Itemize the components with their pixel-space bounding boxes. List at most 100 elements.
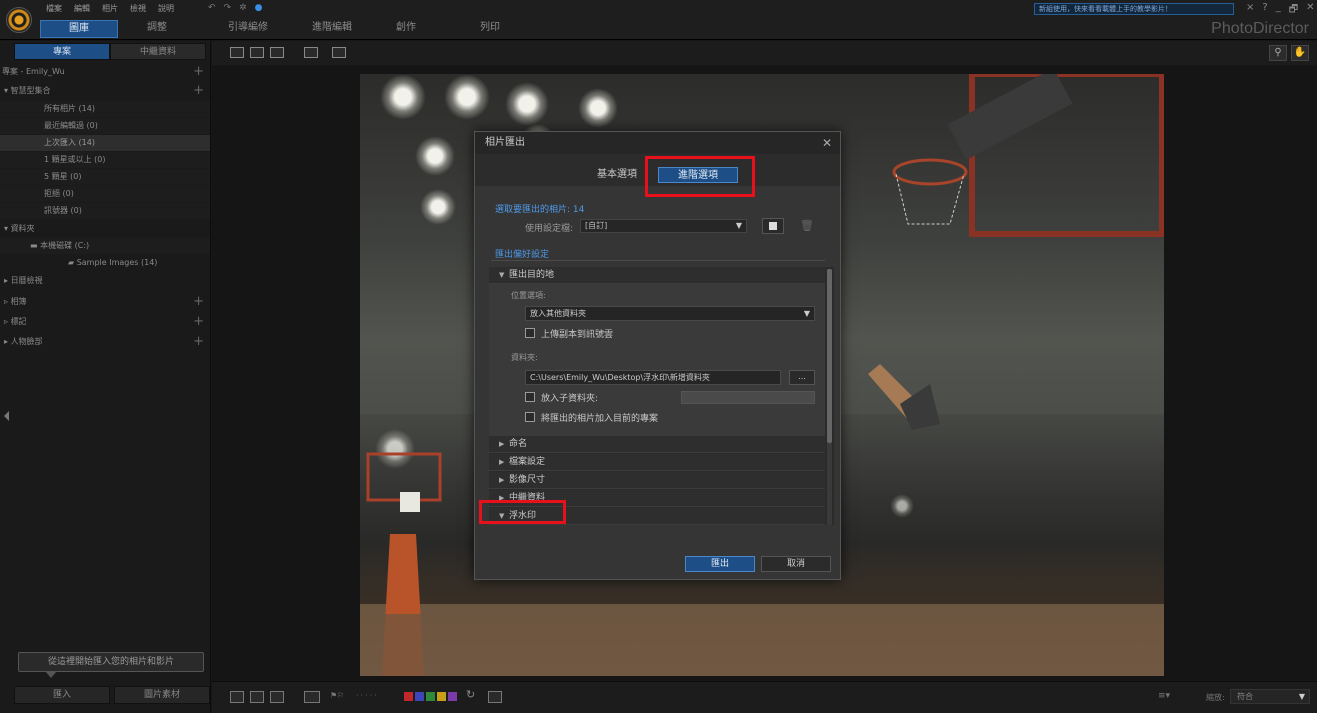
color-label-blue[interactable] bbox=[415, 692, 424, 701]
zoom-select[interactable]: 符合 ▼ bbox=[1230, 689, 1310, 704]
folder-path-field[interactable]: C:\Users\Emily_Wu\Desktop\浮水印\新增資料夾 bbox=[525, 370, 781, 385]
color-label-green[interactable] bbox=[426, 692, 435, 701]
export-button[interactable]: 匯出 bbox=[685, 556, 755, 572]
tutorial-notice[interactable]: 新組使用，快來看看載體上手的教學影片！ bbox=[1034, 3, 1234, 15]
tab-advanced-edit[interactable]: 進階編輯 bbox=[312, 20, 396, 36]
collapse-icon: ▶ bbox=[499, 476, 505, 484]
collection-recently-edited[interactable]: 最近編輯過 (0) bbox=[0, 118, 210, 134]
tab-project[interactable]: 專案 bbox=[14, 43, 110, 60]
add-project-icon[interactable]: + bbox=[193, 64, 204, 80]
albums-row[interactable]: ▹ 相簿 + bbox=[0, 294, 210, 310]
app-logo-icon[interactable] bbox=[6, 7, 32, 33]
folders-header[interactable]: ▾ 資料夾 bbox=[0, 221, 210, 237]
faces-row[interactable]: ▸ 人物臉部 + bbox=[0, 334, 210, 350]
chevron-down-icon: ▼ bbox=[803, 309, 810, 318]
undo-icon[interactable]: ↶ bbox=[208, 3, 216, 13]
hand-pan-icon[interactable]: ✋ bbox=[1291, 45, 1309, 61]
tab-guided[interactable]: 引導編修 bbox=[228, 20, 312, 36]
zoom-search-icon[interactable]: ⚲ bbox=[1269, 45, 1287, 61]
sort-icon[interactable]: ≡▾ bbox=[1158, 691, 1178, 703]
collection-one-star[interactable]: 1 顆星或以上 (0) bbox=[0, 152, 210, 168]
slideshow-icon[interactable] bbox=[332, 47, 346, 58]
compare-view-icon[interactable] bbox=[304, 47, 318, 58]
menu-file[interactable]: 檔案 bbox=[46, 3, 62, 14]
tab-print[interactable]: 列印 bbox=[480, 20, 564, 36]
dialog-title: 相片匯出 bbox=[475, 132, 840, 154]
section-destination[interactable]: ▼ 匯出目的地 bbox=[489, 267, 825, 284]
tab-basic-options[interactable]: 基本選項 bbox=[585, 167, 649, 183]
tab-metadata[interactable]: 中繼資料 bbox=[110, 43, 206, 60]
sync-icon[interactable]: ● bbox=[255, 3, 263, 13]
subfolder-checkbox[interactable] bbox=[525, 392, 535, 402]
menu-help[interactable]: 說明 bbox=[158, 3, 174, 14]
quick-actions: ↶ ↷ ✲ ● bbox=[208, 3, 263, 13]
collection-rejected[interactable]: 拒絕 (0) bbox=[0, 186, 210, 202]
redo-icon[interactable]: ↷ bbox=[224, 3, 232, 13]
star-rating-icon[interactable]: ····· bbox=[356, 691, 402, 703]
browse-folder-button[interactable]: ... bbox=[789, 370, 815, 385]
collection-label: 上次匯入 (14) bbox=[44, 138, 95, 147]
settings-scroll-pane[interactable]: ▼ 匯出目的地 位置選項: 放入其他資料夾 ▼ 上傳副本到訊號雲 資料夾: C:\U… bbox=[489, 267, 834, 525]
settings-gear-icon[interactable]: ✲ bbox=[239, 3, 247, 13]
import-button[interactable]: 匯入 bbox=[14, 686, 110, 704]
hoop-right bbox=[892, 74, 1164, 237]
albums-label: 相簿 bbox=[10, 297, 27, 306]
tutorial-notice-text: 新組使用，快來看看載體上手的教學影片！ bbox=[1039, 5, 1172, 13]
scrollbar-thumb[interactable] bbox=[827, 269, 832, 443]
calendar-view-row[interactable]: ▸ 日曆檢視 bbox=[0, 273, 210, 289]
tab-library[interactable]: 圖庫 bbox=[40, 20, 118, 38]
tab-adjustment[interactable]: 調整 bbox=[118, 20, 196, 38]
close-icon[interactable]: ✕ bbox=[822, 136, 832, 150]
add-tag-icon[interactable]: + bbox=[193, 314, 204, 330]
tab-create[interactable]: 創作 bbox=[396, 20, 480, 36]
menu-view[interactable]: 檢視 bbox=[130, 3, 146, 14]
collection-last-import[interactable]: 上次匯入 (14) bbox=[0, 135, 210, 151]
color-label-red[interactable] bbox=[404, 692, 413, 701]
thumbnail-view-icon[interactable] bbox=[230, 47, 244, 58]
add-album-icon[interactable]: + bbox=[193, 294, 204, 310]
add-to-project-checkbox[interactable] bbox=[525, 412, 535, 422]
upload-checkbox[interactable] bbox=[525, 328, 535, 338]
face-tag-icon[interactable] bbox=[304, 691, 320, 703]
cancel-button[interactable]: 取消 bbox=[761, 556, 831, 572]
section-file-settings[interactable]: ▶ 檔案設定 bbox=[489, 454, 825, 471]
minimize-button[interactable]: _ bbox=[1276, 2, 1281, 19]
rotate-icon[interactable]: ↻ bbox=[466, 688, 480, 701]
stock-images-button[interactable]: 圖片素材 bbox=[114, 686, 210, 704]
left-bottom-buttons: 匯入 圖片素材 bbox=[14, 686, 210, 704]
crop-icon[interactable] bbox=[488, 691, 502, 703]
drive-row[interactable]: ▬ 本機磁碟 (C:) bbox=[0, 238, 210, 254]
flag-icon[interactable]: ⚑⚐ bbox=[330, 691, 348, 703]
project-row[interactable]: 專案 - Emily_Wu + bbox=[0, 64, 210, 80]
collection-flagged[interactable]: 訊號器 (0) bbox=[0, 203, 210, 219]
location-select[interactable]: 放入其他資料夾 ▼ bbox=[525, 306, 815, 321]
viewer-view-icon[interactable] bbox=[250, 47, 264, 58]
delete-preset-icon[interactable]: 🗑 bbox=[796, 218, 818, 234]
preset-select[interactable]: [自訂] ▼ bbox=[580, 219, 747, 233]
brand-name: PhotoDirector bbox=[1211, 20, 1309, 37]
save-preset-icon[interactable] bbox=[762, 218, 784, 234]
single-view-icon[interactable] bbox=[230, 691, 244, 703]
menu-photo[interactable]: 相片 bbox=[102, 3, 118, 14]
color-label-purple[interactable] bbox=[448, 692, 457, 701]
help-icon[interactable]: ? bbox=[1262, 2, 1267, 19]
section-image-size[interactable]: ▶ 影像尺寸 bbox=[489, 472, 825, 489]
subfolder-field[interactable] bbox=[681, 391, 815, 404]
color-label-yellow[interactable] bbox=[437, 692, 446, 701]
dual-view-icon[interactable] bbox=[250, 691, 264, 703]
smart-collections-header[interactable]: ▾ 智慧型集合 + bbox=[0, 83, 210, 99]
collection-five-star[interactable]: 5 顆星 (0) bbox=[0, 169, 210, 185]
section-naming[interactable]: ▶ 命名 bbox=[489, 436, 825, 453]
folder-row[interactable]: ▰ Sample Images (14) bbox=[0, 255, 210, 271]
menu-edit[interactable]: 編輯 bbox=[74, 3, 90, 14]
restore-button[interactable]: 🗗 bbox=[1289, 2, 1298, 19]
close-window-button[interactable]: ✕ bbox=[1306, 2, 1314, 19]
multi-view-icon[interactable] bbox=[270, 691, 284, 703]
grid-view-icon[interactable] bbox=[270, 47, 284, 58]
collapse-panel-icon[interactable] bbox=[4, 411, 9, 421]
collection-all-photos[interactable]: 所有相片 (14) bbox=[0, 101, 210, 117]
add-face-icon[interactable]: + bbox=[193, 334, 204, 350]
add-smart-collection-icon[interactable]: + bbox=[193, 83, 204, 99]
notice-close-icon[interactable]: × bbox=[1246, 2, 1254, 19]
tags-row[interactable]: ▹ 標記 + bbox=[0, 314, 210, 330]
